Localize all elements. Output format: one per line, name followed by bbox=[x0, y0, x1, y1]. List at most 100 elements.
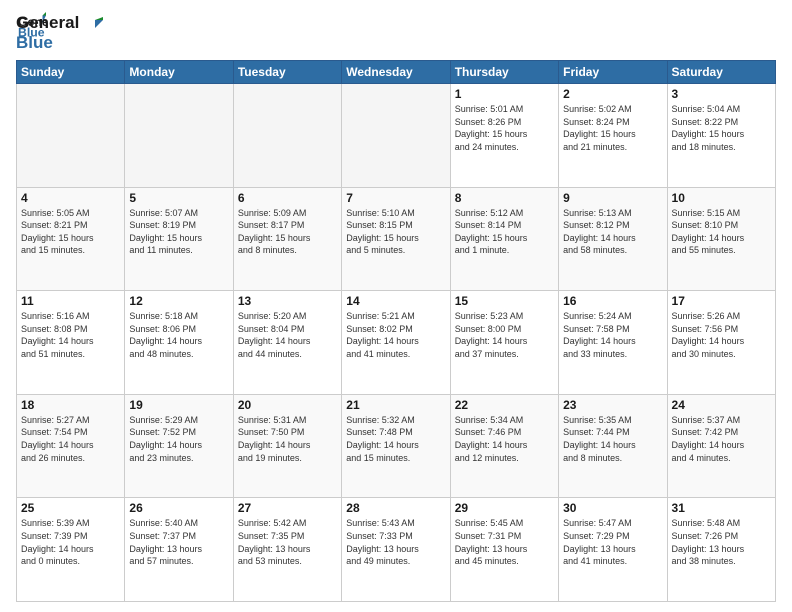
day-info: Sunrise: 5:01 AM Sunset: 8:26 PM Dayligh… bbox=[455, 103, 554, 153]
day-number: 25 bbox=[21, 501, 120, 515]
calendar-cell: 5Sunrise: 5:07 AM Sunset: 8:19 PM Daylig… bbox=[125, 187, 233, 291]
day-info: Sunrise: 5:32 AM Sunset: 7:48 PM Dayligh… bbox=[346, 414, 445, 464]
calendar-week-row: 1 Sunrise: 5:01 AM Sunset: 8:26 PM Daylig… bbox=[17, 84, 776, 188]
day-number: 19 bbox=[129, 398, 228, 412]
day-number: 16 bbox=[563, 294, 662, 308]
calendar-cell: 18 Sunrise: 5:27 AM Sunset: 7:54 PM Dayli… bbox=[17, 394, 125, 498]
day-info: Sunrise: 5:39 AM Sunset: 7:39 PM Dayligh… bbox=[21, 517, 120, 567]
day-number: 15 bbox=[455, 294, 554, 308]
day-info: Sunrise: 5:24 AM Sunset: 7:58 PM Dayligh… bbox=[563, 310, 662, 360]
day-info: Sunrise: 5:48 AM Sunset: 7:26 PM Dayligh… bbox=[672, 517, 771, 567]
day-number: 21 bbox=[346, 398, 445, 412]
day-info: Sunrise: 5:27 AM Sunset: 7:54 PM Dayligh… bbox=[21, 414, 120, 464]
calendar-cell: 8Sunrise: 5:12 AM Sunset: 8:14 PM Daylig… bbox=[450, 187, 558, 291]
calendar-cell bbox=[342, 84, 450, 188]
day-info: Sunrise: 5:13 AM Sunset: 8:12 PM Dayligh… bbox=[563, 207, 662, 257]
day-info: Sunrise: 5:47 AM Sunset: 7:29 PM Dayligh… bbox=[563, 517, 662, 567]
weekday-header-thursday: Thursday bbox=[450, 61, 558, 84]
day-number: 8 bbox=[455, 191, 554, 205]
calendar-cell: 17Sunrise: 5:26 AM Sunset: 7:56 PM Dayli… bbox=[667, 291, 775, 395]
day-info: Sunrise: 5:04 AM Sunset: 8:22 PM Dayligh… bbox=[672, 103, 771, 153]
day-number: 4 bbox=[21, 191, 120, 205]
calendar-cell: 13Sunrise: 5:20 AM Sunset: 8:04 PM Dayli… bbox=[233, 291, 341, 395]
calendar-cell bbox=[233, 84, 341, 188]
day-number: 29 bbox=[455, 501, 554, 515]
day-info: Sunrise: 5:15 AM Sunset: 8:10 PM Dayligh… bbox=[672, 207, 771, 257]
day-info: Sunrise: 5:09 AM Sunset: 8:17 PM Dayligh… bbox=[238, 207, 337, 257]
weekday-header-wednesday: Wednesday bbox=[342, 61, 450, 84]
day-number: 18 bbox=[21, 398, 120, 412]
weekday-header-friday: Friday bbox=[559, 61, 667, 84]
day-number: 6 bbox=[238, 191, 337, 205]
day-info: Sunrise: 5:29 AM Sunset: 7:52 PM Dayligh… bbox=[129, 414, 228, 464]
calendar-cell: 30 Sunrise: 5:47 AM Sunset: 7:29 PM Dayli… bbox=[559, 498, 667, 602]
calendar-cell: 20 Sunrise: 5:31 AM Sunset: 7:50 PM Dayli… bbox=[233, 394, 341, 498]
day-info: Sunrise: 5:31 AM Sunset: 7:50 PM Dayligh… bbox=[238, 414, 337, 464]
weekday-header-row: SundayMondayTuesdayWednesdayThursdayFrid… bbox=[17, 61, 776, 84]
day-info: Sunrise: 5:43 AM Sunset: 7:33 PM Dayligh… bbox=[346, 517, 445, 567]
logo-blue: Blue bbox=[16, 33, 79, 53]
calendar-cell: 22 Sunrise: 5:34 AM Sunset: 7:46 PM Dayli… bbox=[450, 394, 558, 498]
calendar-cell: 21 Sunrise: 5:32 AM Sunset: 7:48 PM Dayli… bbox=[342, 394, 450, 498]
day-info: Sunrise: 5:10 AM Sunset: 8:15 PM Dayligh… bbox=[346, 207, 445, 257]
day-number: 27 bbox=[238, 501, 337, 515]
calendar-cell: 27 Sunrise: 5:42 AM Sunset: 7:35 PM Dayli… bbox=[233, 498, 341, 602]
calendar-cell: 9 Sunrise: 5:13 AM Sunset: 8:12 PM Daylig… bbox=[559, 187, 667, 291]
day-number: 10 bbox=[672, 191, 771, 205]
calendar-cell: 2 Sunrise: 5:02 AM Sunset: 8:24 PM Daylig… bbox=[559, 84, 667, 188]
calendar-cell bbox=[125, 84, 233, 188]
weekday-header-saturday: Saturday bbox=[667, 61, 775, 84]
day-info: Sunrise: 5:20 AM Sunset: 8:04 PM Dayligh… bbox=[238, 310, 337, 360]
weekday-header-sunday: Sunday bbox=[17, 61, 125, 84]
day-number: 24 bbox=[672, 398, 771, 412]
day-number: 5 bbox=[129, 191, 228, 205]
day-info: Sunrise: 5:34 AM Sunset: 7:46 PM Dayligh… bbox=[455, 414, 554, 464]
day-number: 3 bbox=[672, 87, 771, 101]
day-number: 31 bbox=[672, 501, 771, 515]
calendar-cell: 4 Sunrise: 5:05 AM Sunset: 8:21 PM Daylig… bbox=[17, 187, 125, 291]
day-number: 14 bbox=[346, 294, 445, 308]
day-info: Sunrise: 5:05 AM Sunset: 8:21 PM Dayligh… bbox=[21, 207, 120, 257]
day-number: 11 bbox=[21, 294, 120, 308]
day-info: Sunrise: 5:37 AM Sunset: 7:42 PM Dayligh… bbox=[672, 414, 771, 464]
day-info: Sunrise: 5:16 AM Sunset: 8:08 PM Dayligh… bbox=[21, 310, 120, 360]
logo-bird-icon bbox=[81, 17, 103, 39]
calendar-cell: 6 Sunrise: 5:09 AM Sunset: 8:17 PM Daylig… bbox=[233, 187, 341, 291]
calendar-cell: 24 Sunrise: 5:37 AM Sunset: 7:42 PM Dayli… bbox=[667, 394, 775, 498]
calendar-cell: 29 Sunrise: 5:45 AM Sunset: 7:31 PM Dayli… bbox=[450, 498, 558, 602]
calendar-week-row: 18 Sunrise: 5:27 AM Sunset: 7:54 PM Dayli… bbox=[17, 394, 776, 498]
logo-general: General bbox=[16, 13, 79, 33]
page: General Blue General Blue bbox=[0, 0, 792, 612]
day-info: Sunrise: 5:35 AM Sunset: 7:44 PM Dayligh… bbox=[563, 414, 662, 464]
calendar-cell bbox=[17, 84, 125, 188]
calendar-cell: 15 Sunrise: 5:23 AM Sunset: 8:00 PM Dayli… bbox=[450, 291, 558, 395]
day-number: 9 bbox=[563, 191, 662, 205]
day-number: 1 bbox=[455, 87, 554, 101]
calendar-cell: 25 Sunrise: 5:39 AM Sunset: 7:39 PM Dayli… bbox=[17, 498, 125, 602]
calendar-cell: 14 Sunrise: 5:21 AM Sunset: 8:02 PM Dayli… bbox=[342, 291, 450, 395]
day-number: 22 bbox=[455, 398, 554, 412]
day-number: 20 bbox=[238, 398, 337, 412]
calendar-week-row: 25 Sunrise: 5:39 AM Sunset: 7:39 PM Dayli… bbox=[17, 498, 776, 602]
weekday-header-monday: Monday bbox=[125, 61, 233, 84]
day-info: Sunrise: 5:23 AM Sunset: 8:00 PM Dayligh… bbox=[455, 310, 554, 360]
day-number: 28 bbox=[346, 501, 445, 515]
calendar-table: SundayMondayTuesdayWednesdayThursdayFrid… bbox=[16, 60, 776, 602]
calendar-cell: 7 Sunrise: 5:10 AM Sunset: 8:15 PM Daylig… bbox=[342, 187, 450, 291]
day-info: Sunrise: 5:40 AM Sunset: 7:37 PM Dayligh… bbox=[129, 517, 228, 567]
day-info: Sunrise: 5:21 AM Sunset: 8:02 PM Dayligh… bbox=[346, 310, 445, 360]
day-number: 23 bbox=[563, 398, 662, 412]
calendar-cell: 31 Sunrise: 5:48 AM Sunset: 7:26 PM Dayli… bbox=[667, 498, 775, 602]
calendar-cell: 26Sunrise: 5:40 AM Sunset: 7:37 PM Dayli… bbox=[125, 498, 233, 602]
day-number: 2 bbox=[563, 87, 662, 101]
day-number: 30 bbox=[563, 501, 662, 515]
day-info: Sunrise: 5:45 AM Sunset: 7:31 PM Dayligh… bbox=[455, 517, 554, 567]
calendar-cell: 12Sunrise: 5:18 AM Sunset: 8:06 PM Dayli… bbox=[125, 291, 233, 395]
day-number: 12 bbox=[129, 294, 228, 308]
day-info: Sunrise: 5:26 AM Sunset: 7:56 PM Dayligh… bbox=[672, 310, 771, 360]
day-info: Sunrise: 5:42 AM Sunset: 7:35 PM Dayligh… bbox=[238, 517, 337, 567]
day-info: Sunrise: 5:02 AM Sunset: 8:24 PM Dayligh… bbox=[563, 103, 662, 153]
logo: General Blue General Blue bbox=[16, 12, 103, 52]
day-number: 7 bbox=[346, 191, 445, 205]
calendar-cell: 16 Sunrise: 5:24 AM Sunset: 7:58 PM Dayli… bbox=[559, 291, 667, 395]
